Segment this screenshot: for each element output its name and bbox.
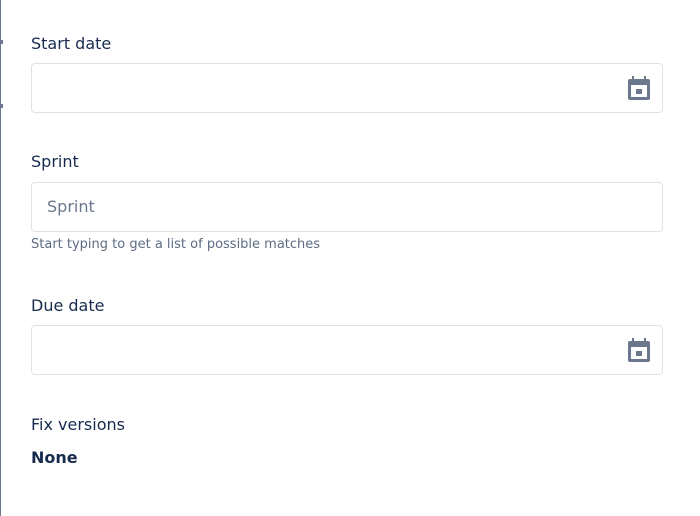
panel-divider <box>0 0 1 516</box>
sprint-label: Sprint <box>31 152 79 171</box>
sprint-placeholder: Sprint <box>47 197 95 216</box>
calendar-icon[interactable] <box>627 75 651 101</box>
due-date-field[interactable] <box>31 325 663 375</box>
due-date-label: Due date <box>31 296 105 315</box>
sprint-input[interactable]: Sprint <box>31 182 663 232</box>
start-date-field[interactable] <box>31 63 663 113</box>
fix-versions-value[interactable]: None <box>31 448 78 468</box>
fix-versions-label: Fix versions <box>31 415 125 434</box>
start-date-label: Start date <box>31 34 112 53</box>
divider-tick <box>0 104 3 108</box>
sprint-helper-text: Start typing to get a list of possible m… <box>31 237 321 252</box>
divider-tick <box>0 40 3 44</box>
issue-fields-panel: Start date Sprint Sprint Start typing to… <box>0 0 700 516</box>
calendar-icon[interactable] <box>627 337 651 363</box>
